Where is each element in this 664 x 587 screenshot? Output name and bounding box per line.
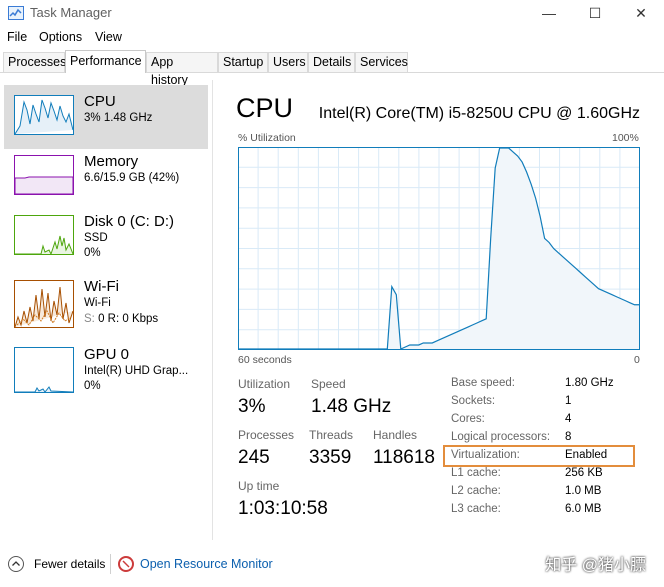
sidebar-item-detail: Intel(R) UHD Grap... <box>84 365 189 377</box>
sidebar-item-label: Disk 0 (C: D:) <box>84 213 174 230</box>
sidebar-item-cpu[interactable]: CPU 3% 1.48 GHz <box>4 85 208 149</box>
sidebar-item-wifi[interactable]: Wi-Fi Wi-Fi S: 0 R: 0 Kbps <box>4 270 208 334</box>
spec-key: Logical processors: <box>451 431 551 443</box>
graph-x-end-label: 0 <box>634 354 640 366</box>
handles-value: 118618 <box>373 447 435 468</box>
sidebar-item-detail-2: 0% <box>84 380 101 392</box>
tab-bar: Processes Performance App history Startu… <box>0 50 664 87</box>
minimize-button[interactable]: — <box>526 0 572 28</box>
utilization-value: 3% <box>238 396 266 417</box>
spec-value: 8 <box>565 431 572 443</box>
sidebar-item-detail-2: S: 0 R: 0 Kbps <box>84 313 159 325</box>
sidebar-item-memory[interactable]: Memory 6.6/15.9 GB (42%) <box>4 145 208 209</box>
spec-key: L2 cache: <box>451 485 501 497</box>
graph-y-label: % Utilization <box>238 132 296 144</box>
wifi-thumbnail-icon <box>15 286 73 327</box>
tab-app-history[interactable]: App history <box>146 52 218 87</box>
sidebar-item-label: Wi-Fi <box>84 278 119 295</box>
close-button[interactable]: ✕ <box>618 0 664 28</box>
sidebar-item-detail-2: 0% <box>84 247 101 259</box>
sidebar-item-label: Memory <box>84 153 139 170</box>
disk-thumbnail-icon <box>15 235 73 254</box>
sidebar-item-detail: 3% 1.48 GHz <box>84 112 153 124</box>
cpu-thumbnail-graph <box>14 95 74 135</box>
tab-services[interactable]: Services <box>355 52 408 72</box>
tab-performance[interactable]: Performance <box>65 50 146 73</box>
cpu-model-name: Intel(R) Core(TM) i5-8250U CPU @ 1.60GHz <box>318 105 640 122</box>
window-title: Task Manager <box>30 5 112 20</box>
utilization-label: Utilization <box>238 377 291 391</box>
threads-label: Threads <box>309 428 354 442</box>
wifi-thumbnail-graph <box>14 280 74 328</box>
spec-key: L3 cache: <box>451 503 501 515</box>
spec-key: L1 cache: <box>451 467 501 479</box>
spec-key: Sockets: <box>451 395 496 407</box>
speed-label: Speed <box>311 377 346 391</box>
spec-value: 1.0 MB <box>565 485 602 497</box>
resource-monitor-icon[interactable] <box>118 556 134 572</box>
spec-value: 6.0 MB <box>565 503 602 515</box>
sidebar-item-detail: SSD <box>84 232 108 244</box>
fewer-details-link[interactable]: Fewer details <box>34 557 105 571</box>
resource-sidebar: CPU 3% 1.48 GHz Memory 6.6/15.9 GB (42%)… <box>0 80 213 540</box>
cpu-utilization-graph <box>238 147 640 350</box>
menu-file[interactable]: File <box>7 30 27 44</box>
gpu-thumbnail-graph <box>14 347 74 393</box>
processes-value: 245 <box>238 447 270 468</box>
chevron-up-icon[interactable] <box>8 556 24 572</box>
spec-value: 4 <box>565 413 572 425</box>
cpu-thumbnail-icon <box>15 99 73 134</box>
sidebar-item-gpu[interactable]: GPU 0 Intel(R) UHD Grap... 0% <box>4 338 208 402</box>
spec-key: Cores: <box>451 413 485 425</box>
speed-value: 1.48 GHz <box>311 396 392 417</box>
spec-key: Base speed: <box>451 377 515 389</box>
disk-thumbnail-graph <box>14 215 74 255</box>
sidebar-item-detail: 6.6/15.9 GB (42%) <box>84 172 180 184</box>
menu-options[interactable]: Options <box>39 30 82 44</box>
watermark: 知乎 @猪小膘 <box>545 557 646 574</box>
memory-thumbnail-graph <box>14 155 74 195</box>
tab-startup[interactable]: Startup <box>218 52 268 72</box>
tab-details[interactable]: Details <box>308 52 355 72</box>
menu-view[interactable]: View <box>95 30 122 44</box>
spec-value: 256 KB <box>565 467 603 479</box>
footer-bar: Fewer details Open Resource Monitor 知乎 @… <box>0 548 664 587</box>
maximize-button[interactable]: ☐ <box>572 0 618 28</box>
graph-max-label: 100% <box>612 132 639 144</box>
gpu-thumbnail-icon <box>15 386 73 392</box>
sidebar-item-detail: Wi-Fi <box>84 297 111 309</box>
page-title: CPU <box>236 93 294 123</box>
title-bar: Task Manager — ☐ ✕ <box>0 0 664 28</box>
tab-processes[interactable]: Processes <box>3 52 66 72</box>
processes-label: Processes <box>238 428 295 442</box>
uptime-value: 1:03:10:58 <box>238 498 328 519</box>
threads-value: 3359 <box>309 447 352 468</box>
sidebar-item-label: CPU <box>84 93 116 110</box>
menu-bar: File Options View <box>0 28 664 48</box>
sidebar-item-label: GPU 0 <box>84 346 130 363</box>
spec-value: 1 <box>565 395 572 407</box>
memory-thumbnail-icon <box>15 176 73 194</box>
uptime-label: Up time <box>238 479 280 493</box>
footer-divider <box>110 554 111 574</box>
tab-users[interactable]: Users <box>268 52 308 72</box>
spec-value: 1.80 GHz <box>565 377 614 389</box>
open-resource-monitor-link[interactable]: Open Resource Monitor <box>140 557 273 571</box>
sidebar-item-disk[interactable]: Disk 0 (C: D:) SSD 0% <box>4 205 208 269</box>
task-manager-icon <box>8 6 24 20</box>
handles-label: Handles <box>373 428 418 442</box>
graph-x-label: 60 seconds <box>238 354 292 366</box>
virtualization-highlight-box <box>443 445 635 467</box>
